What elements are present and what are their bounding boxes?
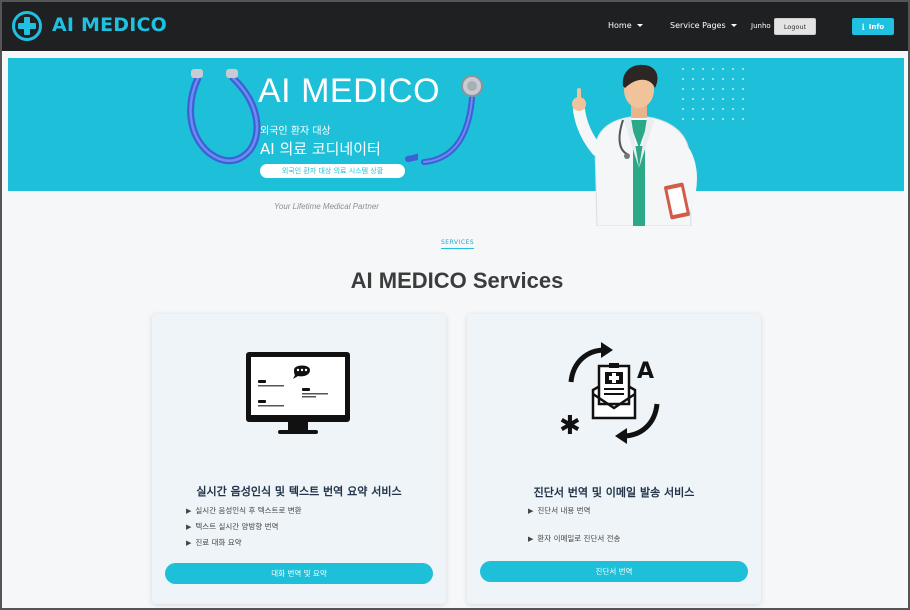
card-title-diagnosis: 진단서 번역 및 이메일 발송 서비스 [533, 486, 695, 499]
document-translate-icon: A ✱ [559, 342, 660, 444]
nav-home-label: Home [608, 21, 632, 30]
info-icon: i [861, 21, 865, 32]
triangle-bullet-icon: ▶ [528, 507, 534, 515]
triangle-bullet-icon: ▶ [186, 539, 192, 547]
triangle-bullet-icon: ▶ [186, 523, 192, 531]
translate-summary-button[interactable]: 대화 번역 및 요약 [165, 563, 433, 584]
nav-home[interactable]: Home [608, 21, 643, 30]
navbar: AI MEDICO Home Service Pages Junho Logou… [2, 2, 908, 51]
nav-service-pages-label: Service Pages [670, 21, 726, 30]
browser-frame: AI MEDICO Home Service Pages Junho Logou… [0, 0, 910, 610]
hero-title: AI MEDICO [258, 72, 441, 110]
triangle-bullet-icon: ▶ [528, 535, 534, 543]
hero-subtitle-small: 외국인 환자 대상 [260, 126, 331, 137]
info-button[interactable]: i Info [852, 18, 894, 35]
service-card-speech: 실시간 음성인식 및 텍스트 번역 요약 서비스 ▶ 실시간 음성인식 후 텍스트… [152, 314, 446, 604]
tagline: Your Lifetime Medical Partner [274, 202, 379, 211]
svg-text:A: A [637, 359, 654, 384]
card-title-speech: 실시간 음성인식 및 텍스트 번역 요약 서비스 [196, 485, 402, 498]
feature-item: ▶ 환자 이메일로 진단서 전송 [528, 533, 620, 544]
chevron-down-icon [730, 24, 737, 27]
doctor-illustration [572, 64, 697, 226]
logout-button[interactable]: Logout [774, 18, 816, 35]
feature-text: 진료 대화 요약 [195, 538, 242, 547]
feature-item: ▶ 실시간 음성인식 후 텍스트로 변환 [186, 505, 302, 516]
info-button-label: Info [868, 22, 885, 31]
feature-text: 실시간 음성인식 후 텍스트로 변환 [195, 506, 302, 515]
services-section-title: AI MEDICO Services [350, 268, 564, 293]
feature-item: ▶ 진료 대화 요약 [186, 537, 242, 548]
feature-text: 진단서 내용 번역 [537, 506, 591, 515]
hero-subtitle-large: AI 의료 코디네이터 [260, 140, 381, 158]
computer-chat-icon [246, 352, 350, 434]
svg-text:✱: ✱ [559, 411, 581, 441]
triangle-bullet-icon: ▶ [186, 507, 192, 515]
feature-text: 텍스트 실시간 양방향 번역 [195, 522, 279, 531]
nav-service-pages[interactable]: Service Pages [670, 21, 737, 30]
diagnosis-translate-button[interactable]: 진단서 번역 [480, 561, 748, 582]
feature-text: 환자 이메일로 진단서 전송 [537, 534, 621, 543]
hero-pill-badge: 외국인 환자 대상 의료 시스템 상황 [260, 164, 405, 178]
service-card-diagnosis: A ✱ 진단서 번역 및 이메일 발송 서비스 ▶ 진단서 내용 번역 ▶ 환자 이… [467, 314, 761, 604]
services-section-label: SERVICES [441, 239, 475, 249]
brand-logo[interactable]: AI MEDICO [52, 14, 167, 36]
chevron-down-icon [636, 24, 643, 27]
feature-item: ▶ 진단서 내용 번역 [528, 505, 590, 516]
feature-item: ▶ 텍스트 실시간 양방향 번역 [186, 521, 278, 532]
hero-banner: AI MEDICO 외국인 환자 대상 AI 의료 코디네이터 외국인 환자 대… [8, 58, 904, 191]
user-name: Junho [751, 22, 771, 30]
medical-cross-logo-icon[interactable] [12, 11, 42, 41]
